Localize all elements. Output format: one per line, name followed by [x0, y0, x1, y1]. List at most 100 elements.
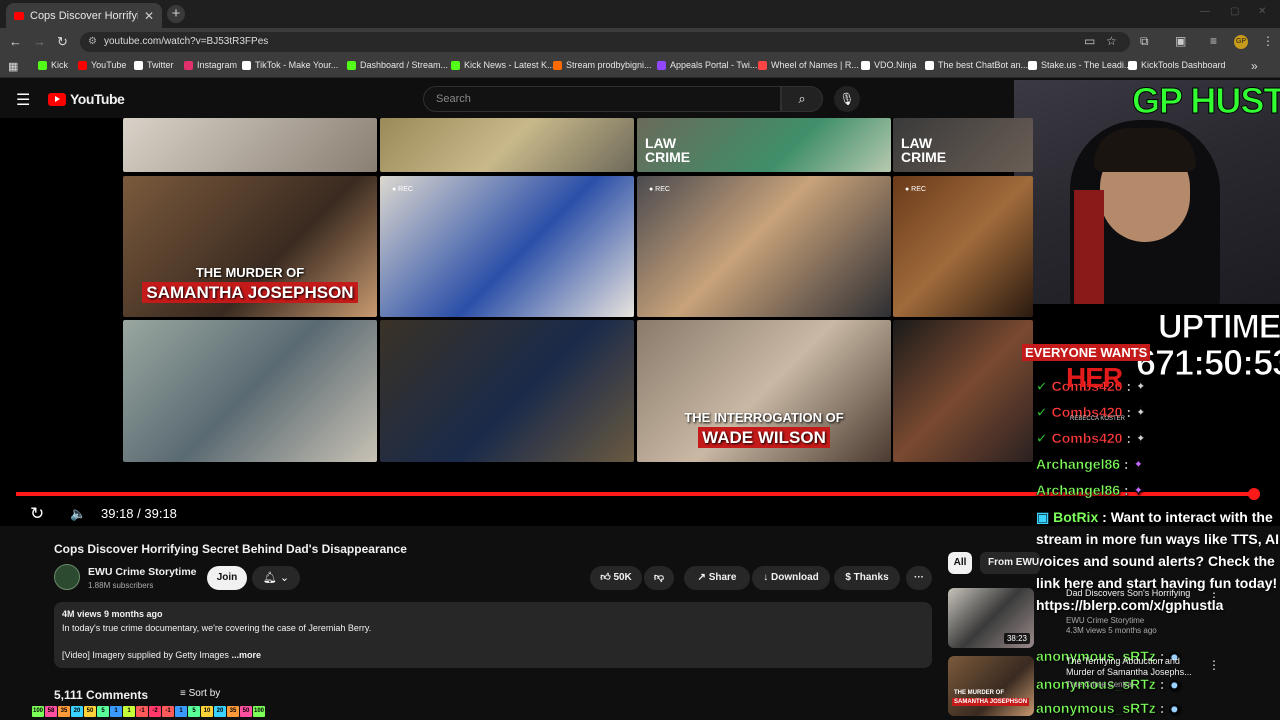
share-button[interactable]: ↗ Share — [684, 566, 750, 590]
share-icon: ↗ — [697, 572, 709, 583]
recommendation-more-icon[interactable]: ⋮ — [1208, 590, 1220, 604]
everyone-wants-text: EVERYONE WANTS — [1022, 344, 1151, 361]
youtube-logo[interactable]: YouTube — [48, 91, 125, 107]
chip-all[interactable]: All — [948, 552, 972, 574]
bookmark-item[interactable]: Stream prodbybigni... — [553, 60, 652, 70]
bookmark-item[interactable]: Dashboard / Stream... — [347, 60, 448, 70]
maximize-icon[interactable]: ▢ — [1230, 6, 1239, 17]
recommendation-channel[interactable]: EWU Crime Storytime — [1066, 616, 1144, 625]
bookmark-item[interactable]: Wheel of Names | R... — [758, 60, 859, 70]
bookmark-item[interactable]: Stake.us - The Leadi... — [1028, 60, 1131, 70]
bookmark-item[interactable]: Kick News - Latest K... — [451, 60, 555, 70]
stream-overlay-title: GP HUSTLA — [1131, 80, 1280, 122]
profile-avatar[interactable]: GP — [1234, 35, 1248, 49]
join-button[interactable]: Join — [207, 566, 247, 590]
chip-from-channel[interactable]: From EWU Crime Storytime — [980, 552, 1040, 574]
views-and-date: 4M views 9 months ago — [62, 609, 163, 619]
recommendation-thumbnail[interactable]: THE MURDER OF SAMANTHA JOSEPHSON — [948, 656, 1034, 716]
chat-colon: : — [1098, 509, 1111, 525]
search-input[interactable]: Search — [423, 86, 781, 112]
bookmark-item[interactable]: TikTok - Make Your... — [242, 60, 338, 70]
bookmark-item[interactable]: Appeals Portal - Twi... — [657, 60, 757, 70]
url-text: youtube.com/watch?v=BJ53tR3FPes — [104, 36, 269, 47]
sidepanel-icon[interactable]: ▣ — [1175, 34, 1186, 48]
bookmark-label: TikTok - Make Your... — [255, 60, 339, 70]
like-button[interactable]: 👍︎ 50K — [590, 566, 642, 590]
recommendation-channel[interactable]: True Crime Central — [1066, 680, 1134, 689]
recommendation-thumbnail[interactable]: 38:23 — [948, 588, 1034, 648]
new-tab-button[interactable]: + — [167, 5, 185, 23]
more-link[interactable]: ...more — [231, 650, 261, 660]
minimize-icon[interactable]: — — [1200, 6, 1210, 17]
browser-tab[interactable]: Cops Discover Horrifying Secret ✕ — [6, 3, 162, 28]
tab-close-icon[interactable]: ✕ — [144, 9, 154, 23]
cast-icon[interactable]: ▭ — [1084, 34, 1095, 48]
bookmark-label: YouTube — [91, 60, 127, 70]
chat-emote-icon: ✦ — [1132, 456, 1145, 472]
progress-scrubber-handle[interactable] — [1248, 488, 1260, 500]
dislike-button[interactable]: 👎︎ — [644, 566, 674, 590]
bookmark-star-icon[interactable]: ☆ — [1106, 34, 1117, 48]
reload-icon[interactable]: ↻ — [57, 34, 68, 50]
thanks-label: Thanks — [853, 572, 889, 583]
caption-line-2: WADE WILSON — [698, 427, 830, 448]
emote-value: 100 — [253, 706, 265, 717]
bookmark-item[interactable]: Twitter — [134, 60, 174, 70]
chat-colon: : — [1155, 676, 1169, 692]
search-button[interactable]: ⌕ — [781, 86, 823, 112]
caption-line-2: SAMANTHA JOSEPHSON — [142, 282, 358, 303]
more-actions-button[interactable]: ··· — [906, 566, 932, 590]
emote-value: 1 — [175, 706, 187, 717]
more-bookmarks-icon[interactable]: » — [1251, 59, 1258, 73]
url-bar[interactable]: ⚙ youtube.com/watch?v=BJ53tR3FPes — [80, 32, 1130, 52]
caption-line-1: THE MURDER OF — [195, 265, 305, 280]
description-more[interactable]: [Video] Imagery supplied by Getty Images… — [62, 650, 261, 660]
bookmark-item[interactable]: YouTube — [78, 60, 126, 70]
media-icon[interactable]: ≡ — [1210, 34, 1217, 48]
recommendation-more-icon[interactable]: ⋮ — [1208, 658, 1220, 672]
emote-value: -1 — [136, 706, 148, 717]
bookmark-item[interactable]: The best ChatBot an... — [925, 60, 1028, 70]
back-icon[interactable]: ← — [9, 34, 22, 49]
bookmark-item[interactable]: VDO.Ninja — [861, 60, 917, 70]
video-thumbnail-tile: ● REC — [893, 176, 1033, 317]
thumbs-up-icon: 👍︎ — [600, 572, 614, 583]
extensions-icon[interactable]: ⧉ — [1140, 34, 1149, 49]
thumbnail-caption: THE INTERROGATION OF WADE WILSON — [637, 411, 891, 448]
emote-value: 20 — [214, 706, 226, 717]
chat-emote-icon: ✦ — [1134, 378, 1147, 394]
sort-label: Sort by — [188, 688, 221, 699]
window-close-icon[interactable]: ✕ — [1258, 6, 1266, 17]
bookmark-item[interactable]: Kick — [38, 60, 68, 70]
voice-search-icon[interactable]: 🎙 — [834, 86, 860, 112]
bookmark-label: Dashboard / Stream... — [360, 60, 449, 70]
bookmark-favicon-icon — [347, 60, 356, 70]
video-thumbnail-tile — [893, 320, 1033, 462]
site-info-icon[interactable]: ⚙ — [88, 32, 97, 52]
caption-line-1: THE INTERROGATION OF — [684, 410, 844, 425]
bookmark-label: The best ChatBot an... — [938, 60, 1029, 70]
browser-menu-icon[interactable]: ⋮ — [1262, 34, 1274, 48]
download-button[interactable]: ↓ Download — [752, 566, 830, 590]
recommendation-title[interactable]: Dad Discovers Son's Horrifying — [1066, 588, 1196, 599]
chat-emote-icon: ✦ — [1134, 404, 1147, 420]
channel-avatar[interactable] — [54, 564, 80, 590]
chat-username: anonymous_sRTz — [1036, 700, 1156, 716]
channel-name[interactable]: EWU Crime Storytime — [88, 566, 197, 578]
volume-icon[interactable]: 🔈 — [70, 506, 86, 522]
emote-strip: 100 58 35 20 50 5 1 1 -1 -2 -1 1 5 10 20 35 50 100 — [32, 706, 265, 718]
bookmark-favicon-icon — [758, 60, 767, 70]
subscribe-bell-button[interactable]: 🔔︎ ⌄ — [252, 566, 300, 590]
recommendation-title[interactable]: The Terrifying Abduction and Murder of S… — [1066, 656, 1196, 678]
hamburger-menu-icon[interactable]: ☰ — [16, 90, 30, 110]
bookmark-item[interactable]: KickTools Dashboard — [1128, 60, 1226, 70]
chat-username: Archangel86 — [1036, 456, 1121, 472]
replay-icon[interactable]: ↻ — [30, 504, 44, 524]
apps-icon[interactable]: ▦ — [8, 60, 18, 73]
bookmark-item[interactable]: Instagram — [184, 60, 237, 70]
thanks-button[interactable]: $ Thanks — [834, 566, 900, 590]
like-count: 50K — [613, 572, 632, 583]
browser-titlebar — [0, 0, 1280, 28]
forward-icon[interactable]: → — [33, 34, 46, 49]
sort-by-button[interactable]: ≡ Sort by — [180, 688, 220, 699]
